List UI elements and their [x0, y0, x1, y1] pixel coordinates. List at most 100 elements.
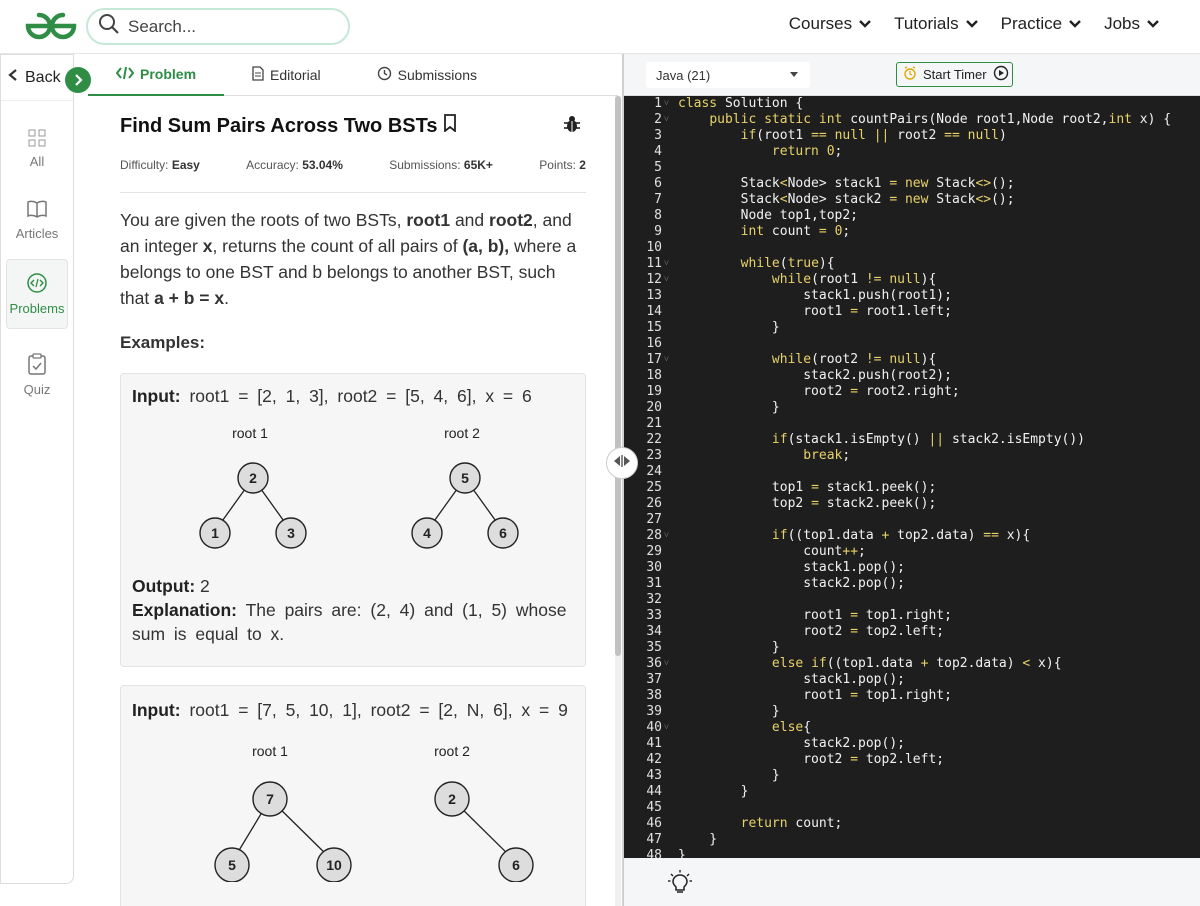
code-line[interactable]: 24 [624, 464, 1200, 480]
code-line[interactable]: 20 } [624, 400, 1200, 416]
difficulty: Difficulty: Easy [120, 158, 200, 172]
back-button[interactable]: Back [1, 55, 91, 101]
code-text: class Solution { [678, 96, 804, 111]
tree-node-value: 10 [326, 857, 342, 873]
line-number: 25 [646, 480, 662, 495]
problem-scrollbar-thumb[interactable] [615, 96, 621, 656]
code-line[interactable]: 41 stack2.pop(); [624, 736, 1200, 752]
code-line[interactable]: 6 Stack<Node> stack1 = new Stack<>(); [624, 176, 1200, 192]
code-line[interactable]: 22 if(stack1.isEmpty() || stack2.isEmpty… [624, 432, 1200, 448]
lightbulb-icon[interactable] [668, 870, 692, 901]
code-line[interactable]: 16 [624, 336, 1200, 352]
line-number: 6 [654, 176, 662, 191]
code-line[interactable]: 23 break; [624, 448, 1200, 464]
resize-arrows-icon [613, 454, 631, 472]
fold-arrow-icon[interactable]: ˅ [664, 112, 669, 128]
line-number: 35 [646, 640, 662, 655]
resize-handle[interactable] [606, 447, 638, 479]
code-line[interactable]: 31 stack2.pop(); [624, 576, 1200, 592]
start-timer-button[interactable]: Start Timer [896, 62, 1013, 87]
line-number: 28 [646, 528, 662, 543]
tab-submissions[interactable]: Submissions [349, 54, 505, 96]
line-number: 11 [646, 256, 662, 271]
code-line[interactable]: 29 count++; [624, 544, 1200, 560]
code-line[interactable]: 18 stack2.push(root2); [624, 368, 1200, 384]
code-text: } [678, 704, 780, 719]
code-line[interactable]: 7 Stack<Node> stack2 = new Stack<>(); [624, 192, 1200, 208]
search-box[interactable] [86, 8, 350, 45]
code-line[interactable]: 11 ˅ while(true){ [624, 256, 1200, 272]
fold-arrow-icon[interactable]: ˅ [664, 256, 669, 272]
code-line[interactable]: 12 ˅ while(root1 != null){ [624, 272, 1200, 288]
line-number: 33 [646, 608, 662, 623]
code-line[interactable]: 14 root1 = root1.left; [624, 304, 1200, 320]
tab-problem[interactable]: Problem [88, 54, 225, 96]
tab-label: Problem [140, 66, 197, 82]
expand-sidebar-button[interactable] [65, 67, 91, 93]
report-bug-icon[interactable] [562, 114, 582, 139]
code-text: top2 = stack2.peek(); [678, 496, 937, 511]
fold-arrow-icon[interactable]: ˅ [664, 528, 669, 544]
code-text: top1 = stack1.peek(); [678, 480, 937, 495]
code-line[interactable]: 40 ˅ else{ [624, 720, 1200, 736]
code-editor[interactable]: 1 ˅ class Solution {2 ˅ public static int c… [624, 96, 1200, 858]
code-line[interactable]: 45 [624, 800, 1200, 816]
line-number: 43 [646, 768, 662, 783]
code-line[interactable]: 39 } [624, 704, 1200, 720]
code-line[interactable]: 21 [624, 416, 1200, 432]
code-line[interactable]: 15 } [624, 320, 1200, 336]
language-select[interactable]: Java (21) [646, 62, 810, 88]
code-line[interactable]: 38 root1 = top1.right; [624, 688, 1200, 704]
code-line[interactable]: 5 [624, 160, 1200, 176]
code-line[interactable]: 17 ˅ while(root2 != null){ [624, 352, 1200, 368]
code-line[interactable]: 33 root1 = top1.right; [624, 608, 1200, 624]
code-line[interactable]: 10 [624, 240, 1200, 256]
nav-practice[interactable]: Practice [1001, 14, 1082, 34]
code-line[interactable]: 46 return count; [624, 816, 1200, 832]
nav-jobs[interactable]: Jobs [1104, 14, 1160, 34]
search-input[interactable] [128, 16, 328, 37]
fold-arrow-icon[interactable]: ˅ [664, 96, 669, 112]
code-line[interactable]: 2 ˅ public static int countPairs(Node roo… [624, 112, 1200, 128]
code-line[interactable]: 37 stack1.pop(); [624, 672, 1200, 688]
code-line[interactable]: 35 } [624, 640, 1200, 656]
code-line[interactable]: 4 return 0; [624, 144, 1200, 160]
code-line[interactable]: 47 } [624, 832, 1200, 848]
code-line[interactable]: 27 [624, 512, 1200, 528]
code-line[interactable]: 30 stack1.pop(); [624, 560, 1200, 576]
sidebar-item-all[interactable]: All [1, 123, 73, 175]
code-line[interactable]: 48} [624, 848, 1200, 858]
fold-arrow-icon[interactable]: ˅ [664, 352, 669, 368]
sidebar-item-articles[interactable]: Articles [1, 193, 73, 247]
code-text: while(root1 != null){ [771, 272, 937, 287]
code-line[interactable]: 44 } [624, 784, 1200, 800]
nav-courses[interactable]: Courses [789, 14, 872, 34]
tab-editorial[interactable]: Editorial [224, 54, 349, 96]
sidebar-item-problems[interactable]: Problems [6, 259, 68, 329]
code-line[interactable]: 36 ˅ else if((top1.data + top2.data) < x)… [624, 656, 1200, 672]
code-line[interactable]: 34 root2 = top2.left; [624, 624, 1200, 640]
code-line[interactable]: 42 root2 = top2.left; [624, 752, 1200, 768]
fold-arrow-icon[interactable]: ˅ [664, 272, 669, 288]
code-line[interactable]: 43 } [624, 768, 1200, 784]
code-line[interactable]: 32 [624, 592, 1200, 608]
tree-label: root 2 [434, 743, 470, 759]
code-line[interactable]: 25 top1 = stack1.peek(); [624, 480, 1200, 496]
gfg-logo[interactable] [24, 11, 78, 46]
nav-tutorials[interactable]: Tutorials [894, 14, 979, 34]
code-line[interactable]: 19 root2 = root2.right; [624, 384, 1200, 400]
fold-arrow-icon[interactable]: ˅ [664, 656, 669, 672]
examples-heading: Examples: [120, 333, 206, 352]
code-line[interactable]: 8 Node top1,top2; [624, 208, 1200, 224]
code-text: root2 = top2.left; [678, 752, 945, 767]
code-line[interactable]: 28 ˅ if((top1.data + top2.data) == x){ [624, 528, 1200, 544]
fold-arrow-icon[interactable]: ˅ [664, 720, 669, 736]
code-line[interactable]: 13 stack1.push(root1); [624, 288, 1200, 304]
bookmark-icon[interactable] [443, 114, 457, 138]
code-line[interactable]: 26 top2 = stack2.peek(); [624, 496, 1200, 512]
code-line[interactable]: 9 int count = 0; [624, 224, 1200, 240]
line-number: 4 [654, 144, 662, 159]
sidebar-item-quiz[interactable]: Quiz [1, 347, 73, 403]
code-line[interactable]: 3 if(root1 == null || root2 == null) [624, 128, 1200, 144]
code-line[interactable]: 1 ˅ class Solution { [624, 96, 1200, 112]
